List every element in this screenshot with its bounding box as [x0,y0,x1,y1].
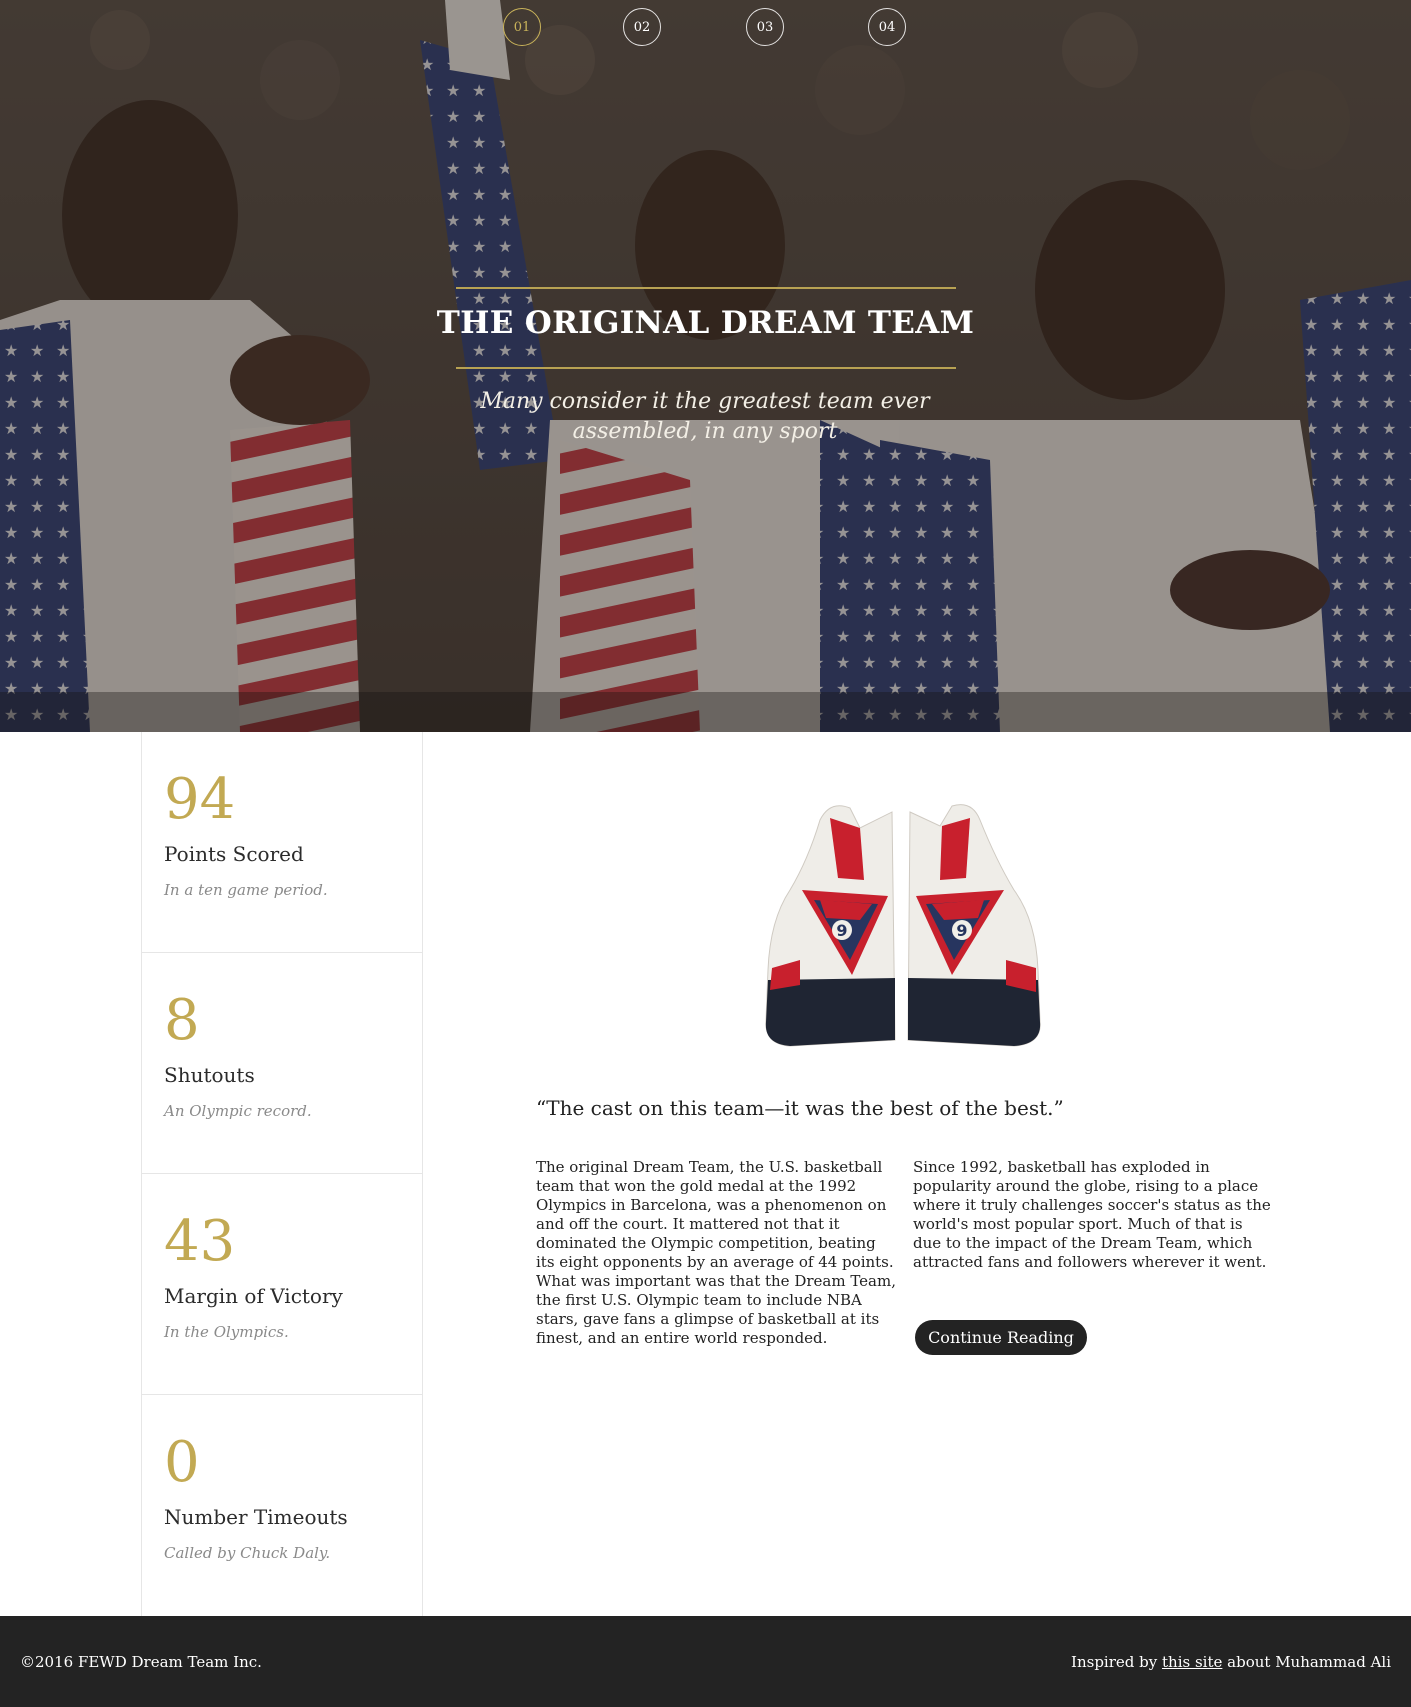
stat-label: Points Scored [164,842,304,866]
hero-overlay [0,0,1411,732]
hero-subtitle: Many consider it the greatest team ever … [480,389,930,444]
section-nav: 01 02 03 04 [0,8,1411,48]
stat-margin-of-victory: 43 Margin of Victory In the Olympics. [142,1174,422,1395]
stat-value: 8 [164,988,200,1053]
sneaker-number-left: 9 [836,921,847,940]
stat-number-timeouts: 0 Number Timeouts Called by Chuck Daly. [142,1395,422,1616]
article-paragraph-2: Since 1992, basketball has exploded in p… [913,1158,1271,1271]
stat-label: Number Timeouts [164,1505,348,1529]
stat-note: In the Olympics. [164,1323,289,1341]
stat-note: Called by Chuck Daly. [164,1544,331,1562]
nav-dot-01[interactable]: 01 [503,8,541,46]
sneaker-pair-image: 9 9 [765,804,1041,1047]
hero-title: THE ORIGINAL DREAM TEAM [436,305,975,341]
footer-copyright: ©2016 FEWD Dream Team Inc. [20,1653,262,1671]
stat-label: Shutouts [164,1063,255,1087]
nav-dot-02[interactable]: 02 [623,8,661,46]
continue-reading-button[interactable]: Continue Reading [915,1320,1087,1355]
stat-points-scored: 94 Points Scored In a ten game period. [142,732,422,953]
footer-credit-prefix: Inspired by [1071,1653,1158,1671]
stat-shutouts: 8 Shutouts An Olympic record. [142,953,422,1174]
footer: ©2016 FEWD Dream Team Inc. Inspired by t… [0,1616,1411,1707]
stats-column: 94 Points Scored In a ten game period. 8… [141,732,423,1616]
stat-label: Margin of Victory [164,1284,343,1308]
sneaker-number-right: 9 [956,921,967,940]
hero-title-rule-top [456,287,956,289]
footer-credit-suffix: about Muhammad Ali [1227,1653,1391,1671]
article-paragraph-1: The original Dream Team, the U.S. basket… [536,1158,896,1347]
nav-dot-03[interactable]: 03 [746,8,784,46]
hero-section: ★ [0,0,1411,732]
stat-note: In a ten game period. [164,881,328,899]
stat-note: An Olympic record. [164,1102,312,1120]
stat-value: 43 [164,1209,236,1274]
article-quote: “The cast on this team—it was the best o… [536,1096,1064,1120]
footer-source-link[interactable]: this site [1162,1653,1222,1671]
footer-credit: Inspired by this site about Muhammad Ali [1071,1653,1391,1671]
stat-value: 94 [164,767,236,832]
nav-dot-04[interactable]: 04 [868,8,906,46]
stat-value: 0 [164,1430,200,1495]
hero-bottom-strip [0,692,1411,732]
hero-title-rule-bottom [456,367,956,369]
